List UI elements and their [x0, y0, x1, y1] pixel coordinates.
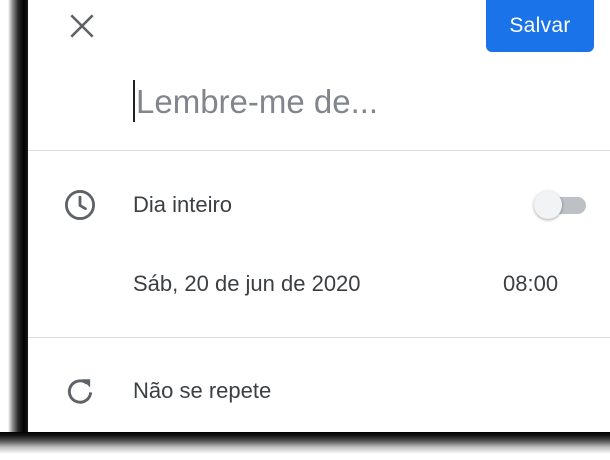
- all-day-icon-wrap: [62, 187, 98, 223]
- text-caret: [133, 80, 135, 122]
- repeat-option[interactable]: Não se repete: [133, 377, 271, 405]
- header-divider: [28, 150, 610, 151]
- repeat-icon: [67, 379, 93, 404]
- card-shadow-left: [0, 0, 28, 460]
- save-button[interactable]: Salvar: [486, 0, 594, 52]
- reminder-editor: Salvar Dia inteiro Sáb, 20 de jun de 202…: [28, 0, 610, 432]
- card-shadow-bottom: [0, 432, 610, 460]
- toggle-thumb: [534, 191, 562, 219]
- reminder-date[interactable]: Sáb, 20 de jun de 2020: [133, 270, 361, 298]
- all-day-label: Dia inteiro: [133, 192, 233, 217]
- reminder-title-input[interactable]: [132, 76, 576, 128]
- close-icon: [70, 14, 94, 38]
- close-button[interactable]: [62, 6, 102, 46]
- schedule-divider: [28, 337, 610, 338]
- all-day-toggle[interactable]: [532, 190, 590, 220]
- repeat-icon-wrap: [62, 373, 98, 409]
- reminder-time[interactable]: 08:00: [503, 270, 558, 298]
- clock-icon: [64, 189, 96, 221]
